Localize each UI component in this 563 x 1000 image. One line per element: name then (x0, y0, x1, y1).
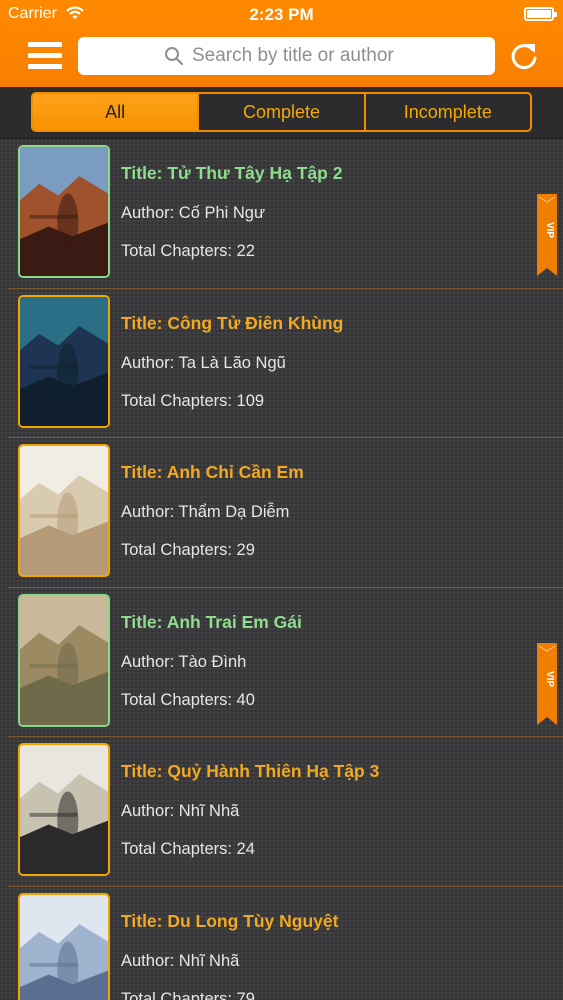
vip-badge: VIP (537, 642, 557, 725)
book-title: Title: Du Long Tùy Nguyệt (121, 910, 339, 931)
filter-segmented-control: All Complete Incomplete (31, 92, 532, 132)
book-author: Author: Thẩm Dạ Diễm (121, 503, 290, 521)
book-total-chapters: Total Chapters: 40 (121, 690, 255, 709)
book-title: Title: Tử Thư Tây Hạ Tập 2 (121, 163, 343, 183)
book-row[interactable]: Title: Anh Chỉ Cần Em Author: Thẩm Dạ Di… (0, 438, 563, 588)
book-row[interactable]: Title: Du Long Tùy Nguyệt Author: Nhĩ Nh… (0, 887, 563, 1000)
book-title: Title: Anh Trai Em Gái (121, 611, 302, 632)
book-cover-image (20, 296, 108, 426)
status-time: 2:23 PM (249, 5, 314, 24)
search-bar[interactable] (78, 37, 495, 75)
book-title: Title: Quỷ Hành Thiên Hạ Tập 3 (121, 761, 380, 781)
book-author: Author: Ta Là Lão Ngũ (121, 353, 286, 372)
search-icon (165, 47, 184, 66)
vip-label: VIP (544, 670, 555, 686)
hamburger-menu-icon[interactable] (28, 40, 62, 72)
book-cover-image (20, 745, 108, 874)
book-cover (18, 444, 110, 577)
book-total-chapters: Total Chapters: 109 (121, 391, 265, 410)
book-cover-image (20, 894, 108, 1000)
book-total-chapters: Total Chapters: 29 (121, 541, 255, 559)
book-author: Author: Cố Phi Ngư (121, 204, 266, 222)
filter-incomplete[interactable]: Incomplete (363, 94, 530, 130)
search-input[interactable] (192, 37, 482, 75)
book-author: Author: Tào Đình (121, 652, 247, 671)
battery-icon (524, 7, 557, 21)
book-list[interactable]: Title: Tử Thư Tây Hạ Tập 2 Author: Cố Ph… (0, 139, 563, 1000)
filter-bar: All Complete Incomplete (0, 87, 563, 139)
status-bar: Carrier 2:23 PM (0, 0, 563, 30)
vip-badge: VIP (537, 194, 557, 276)
book-cover-image (20, 147, 108, 276)
book-author: Author: Nhĩ Nhã (121, 951, 240, 970)
book-cover (18, 294, 110, 428)
book-total-chapters: Total Chapters: 22 (121, 242, 255, 260)
book-cover (18, 743, 110, 876)
filter-all[interactable]: All (33, 94, 198, 130)
book-author: Author: Nhĩ Nhã (121, 802, 240, 820)
book-cover (18, 593, 110, 727)
book-title: Title: Công Tử Điên Khùng (121, 312, 344, 333)
book-total-chapters: Total Chapters: 24 (121, 840, 255, 858)
book-cover (18, 892, 110, 1000)
book-row[interactable]: Title: Tử Thư Tây Hạ Tập 2 Author: Cố Ph… (0, 139, 563, 289)
book-title: Title: Anh Chỉ Cần Em (121, 462, 304, 482)
header: Carrier 2:23 PM (0, 0, 563, 87)
book-row[interactable]: Title: Quỷ Hành Thiên Hạ Tập 3 Author: N… (0, 737, 563, 887)
book-cover-image (20, 595, 108, 725)
filter-complete[interactable]: Complete (197, 94, 363, 130)
book-row[interactable]: Title: Công Tử Điên Khùng Author: Ta Là … (0, 289, 563, 439)
refresh-icon[interactable] (508, 40, 540, 72)
book-cover-image (20, 446, 108, 575)
book-total-chapters: Total Chapters: 79 (121, 989, 255, 1000)
book-row[interactable]: Title: Anh Trai Em Gái Author: Tào Đình … (0, 588, 563, 738)
book-cover (18, 145, 110, 278)
app-root: Carrier 2:23 PM All Comp (0, 0, 563, 1000)
vip-label: VIP (544, 222, 555, 238)
